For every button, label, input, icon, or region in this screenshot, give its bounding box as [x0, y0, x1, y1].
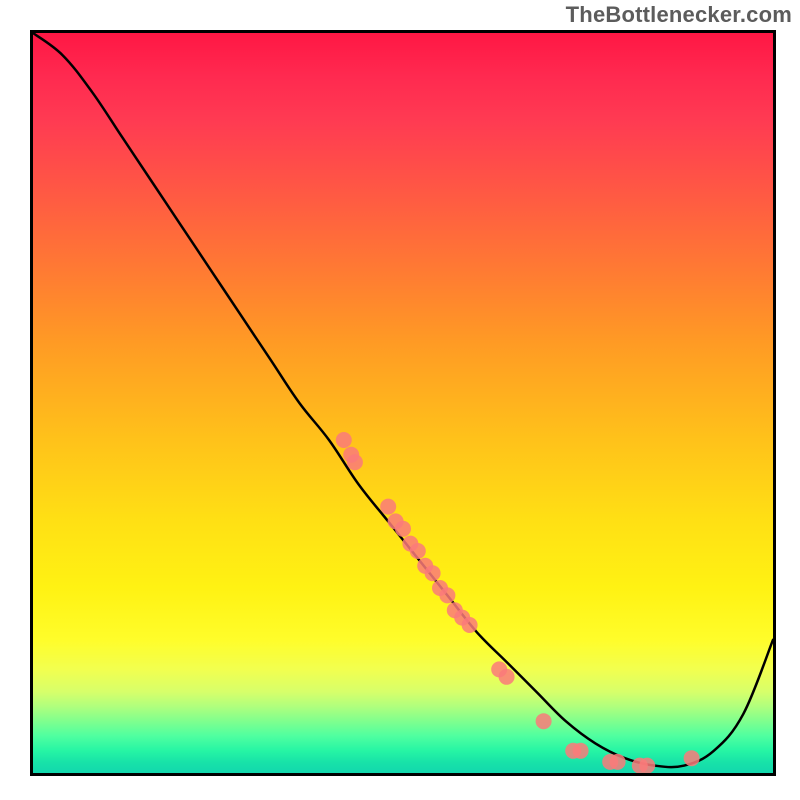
- data-point: [639, 758, 655, 773]
- data-point: [336, 432, 352, 448]
- data-point: [573, 743, 589, 759]
- data-point: [684, 750, 700, 766]
- data-point: [425, 565, 441, 581]
- data-point: [380, 499, 396, 515]
- data-point: [462, 617, 478, 633]
- plot-area: [30, 30, 776, 776]
- chart-overlay: [33, 33, 773, 773]
- bottleneck-curve: [33, 33, 773, 767]
- chart-frame: TheBottlenecker.com: [0, 0, 800, 800]
- scatter-points: [336, 432, 700, 773]
- data-point: [410, 543, 426, 559]
- data-point: [536, 713, 552, 729]
- data-point: [499, 669, 515, 685]
- data-point: [610, 754, 626, 770]
- data-point: [347, 454, 363, 470]
- data-point: [439, 587, 455, 603]
- data-point: [395, 521, 411, 537]
- watermark-label: TheBottlenecker.com: [566, 2, 792, 28]
